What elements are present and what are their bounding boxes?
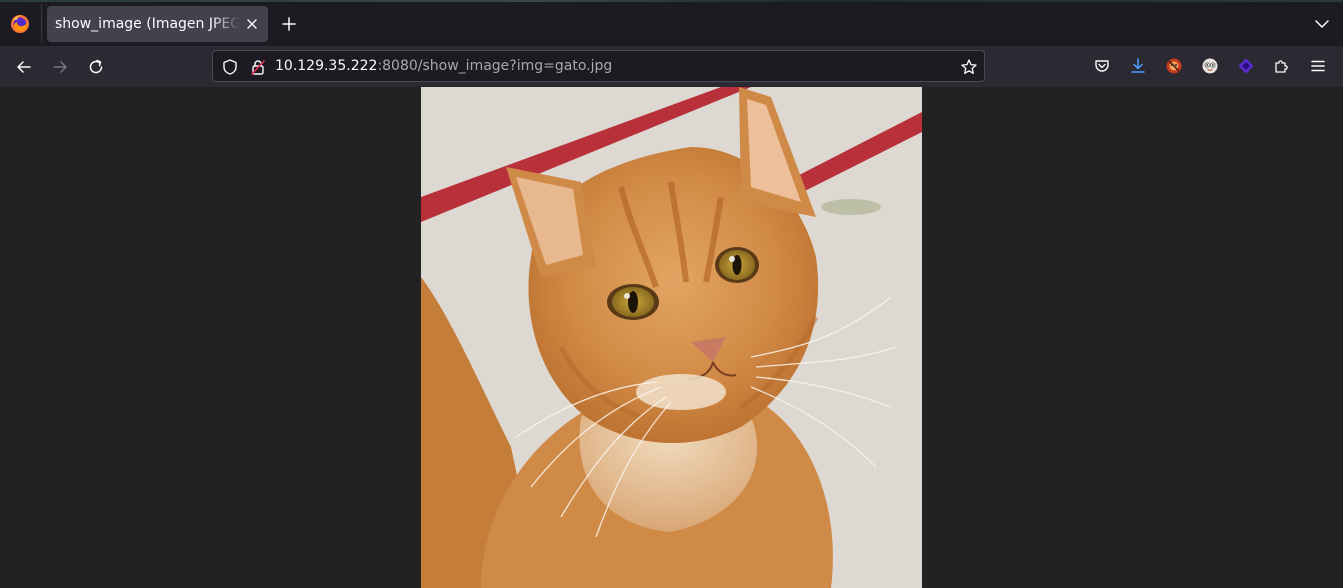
menu-button[interactable]	[1308, 56, 1328, 76]
shield-icon[interactable]	[221, 58, 239, 76]
puzzle-icon	[1275, 60, 1288, 73]
pocket-button[interactable]	[1092, 56, 1112, 76]
addon-diamond-icon	[1238, 58, 1254, 74]
cat-illustration	[421, 87, 922, 588]
extension-button-3[interactable]	[1236, 56, 1256, 76]
firefox-icon[interactable]	[10, 14, 30, 34]
lock-icon[interactable]	[249, 58, 267, 76]
tab-bar: show_image (Imagen JPEG, 501 × 501 píxel…	[0, 0, 1343, 46]
back-button[interactable]	[13, 56, 35, 78]
url-host: 10.129.35.222	[275, 58, 378, 74]
hamburger-icon	[1311, 60, 1325, 72]
reload-button[interactable]	[85, 56, 107, 78]
navigation-toolbar: 10.129.35.222:8080/show_image?img=gato.j…	[0, 46, 1343, 87]
extension-button-1[interactable]	[1164, 56, 1184, 76]
url-path: :8080/show_image?img=gato.jpg	[377, 58, 613, 74]
star-icon[interactable]	[960, 58, 978, 76]
image-viewer	[0, 87, 1343, 588]
download-icon	[1131, 58, 1145, 73]
arrow-right-icon	[53, 61, 67, 73]
addon-face-icon	[1202, 58, 1218, 74]
cat-photo[interactable]	[421, 87, 922, 588]
tab-title: show_image (Imagen JPEG, 501 × 501 píxel…	[55, 16, 240, 32]
url-bar[interactable]: 10.129.35.222:8080/show_image?img=gato.j…	[212, 50, 985, 82]
extension-button-2[interactable]	[1200, 56, 1220, 76]
downloads-button[interactable]	[1128, 56, 1148, 76]
chevron-down-icon[interactable]	[1312, 14, 1332, 34]
tab-separator	[41, 4, 42, 42]
arrow-left-icon	[17, 61, 31, 73]
plus-icon[interactable]	[279, 14, 299, 34]
reload-icon	[89, 59, 103, 74]
forward-button[interactable]	[49, 56, 71, 78]
pocket-icon	[1095, 60, 1109, 72]
addon-fox-icon	[1166, 58, 1182, 74]
tab-strip-background	[0, 0, 1343, 2]
url-text[interactable]: 10.129.35.222:8080/show_image?img=gato.j…	[275, 57, 612, 75]
tab-show-image[interactable]: show_image (Imagen JPEG, 501 × 501 píxel…	[47, 6, 268, 42]
close-icon[interactable]	[243, 15, 261, 33]
extensions-button[interactable]	[1272, 56, 1292, 76]
